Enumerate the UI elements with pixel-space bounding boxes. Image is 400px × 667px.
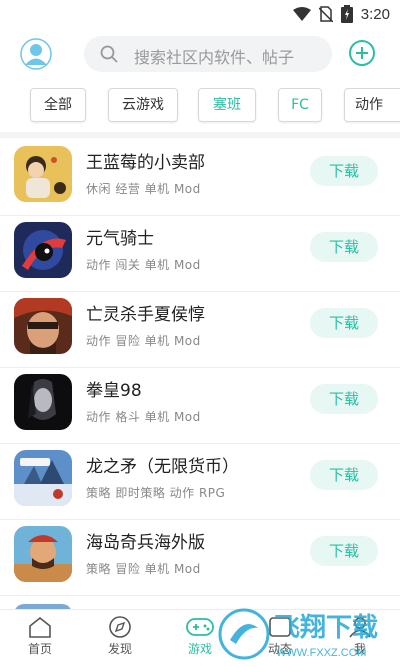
list-item[interactable]: 王蓝莓的小卖部 休闲 经营 单机 Mod 下载 <box>0 140 400 216</box>
compass-icon <box>109 616 131 638</box>
watermark-brand: 飞翔下载 <box>274 613 378 643</box>
app-name: 海岛奇兵海外版 <box>86 533 205 553</box>
app-icon <box>14 146 72 202</box>
chip-action[interactable]: 动作 <box>344 88 400 122</box>
wifi-icon <box>292 7 311 21</box>
search-icon <box>100 45 118 63</box>
home-icon <box>29 616 51 638</box>
no-sim-icon <box>318 6 333 22</box>
add-button[interactable] <box>349 40 375 66</box>
download-button[interactable]: 下载 <box>310 232 378 262</box>
app-tags: 动作 闯关 单机 Mod <box>86 258 201 272</box>
download-button[interactable]: 下载 <box>310 308 378 338</box>
app-name: 王蓝莓的小卖部 <box>86 153 205 173</box>
nav-home[interactable]: 首页 <box>10 616 70 666</box>
avatar-icon[interactable] <box>20 38 52 70</box>
app-name: 亡灵杀手夏侯惇 <box>86 305 205 325</box>
divider <box>0 132 400 138</box>
status-time: 3:20 <box>360 5 390 23</box>
app-name: 龙之矛（无限货币） <box>86 457 239 477</box>
category-chips: 全部 云游戏 塞班 FC 动作 <box>0 88 400 126</box>
app-icon <box>14 222 72 278</box>
app-tags: 动作 冒险 单机 Mod <box>86 334 201 348</box>
list-item[interactable]: 拳皇98 动作 格斗 单机 Mod 下载 <box>0 368 400 444</box>
app-name: 元气骑士 <box>86 229 154 249</box>
chip-cloud-game[interactable]: 云游戏 <box>108 88 178 122</box>
app-name: 拳皇98 <box>86 381 142 401</box>
app-icon <box>14 526 72 582</box>
download-button[interactable]: 下载 <box>310 384 378 414</box>
app-tags: 策略 即时策略 动作 RPG <box>86 486 226 500</box>
list-item[interactable]: 龙之矛（无限货币） 策略 即时策略 动作 RPG 下载 <box>0 444 400 520</box>
list-item[interactable]: 亡灵杀手夏侯惇 动作 冒险 单机 Mod 下载 <box>0 292 400 368</box>
status-icons: 3:20 <box>292 5 390 23</box>
chip-fc[interactable]: FC <box>278 88 322 122</box>
app-icon <box>14 298 72 354</box>
search-placeholder: 搜索社区内软件、帖子 <box>134 48 295 67</box>
header: 搜索社区内软件、帖子 <box>0 30 400 80</box>
app-icon <box>14 450 72 506</box>
gamepad-icon <box>186 618 214 636</box>
watermark-url: WWW.FXXZ.COM <box>276 647 366 659</box>
download-button[interactable]: 下载 <box>310 460 378 490</box>
app-tags: 动作 格斗 单机 Mod <box>86 410 201 424</box>
battery-icon <box>340 5 353 23</box>
nav-discover-label: 发现 <box>107 642 132 656</box>
watermark-logo: 飞翔下载 WWW.FXXZ.COM <box>218 608 378 660</box>
status-bar: 3:20 <box>0 0 400 28</box>
nav-home-label: 首页 <box>27 642 52 656</box>
search-input[interactable]: 搜索社区内软件、帖子 <box>84 36 332 72</box>
app-tags: 休闲 经营 单机 Mod <box>86 182 201 196</box>
list-item[interactable]: 海岛奇兵海外版 策略 冒险 单机 Mod 下载 <box>0 520 400 596</box>
chip-all[interactable]: 全部 <box>30 88 86 122</box>
list-item[interactable]: 元气骑士 动作 闯关 单机 Mod 下载 <box>0 216 400 292</box>
download-button[interactable]: 下载 <box>310 536 378 566</box>
app-icon <box>14 374 72 430</box>
app-tags: 策略 冒险 单机 Mod <box>86 562 201 576</box>
download-button[interactable]: 下载 <box>310 156 378 186</box>
chip-symbian[interactable]: 塞班 <box>198 88 256 122</box>
nav-discover[interactable]: 发现 <box>90 616 150 666</box>
